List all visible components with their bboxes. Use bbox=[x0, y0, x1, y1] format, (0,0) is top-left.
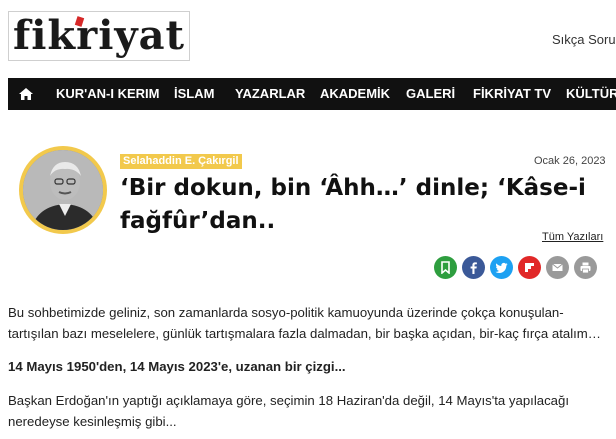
article-subheading: 14 Mayıs 1950'den, 14 Mayıs 2023'e, uzan… bbox=[8, 359, 346, 374]
twitter-icon bbox=[495, 262, 508, 273]
all-posts-link[interactable]: Tüm Yazıları bbox=[542, 231, 603, 243]
twitter-share-button[interactable] bbox=[490, 256, 513, 279]
facebook-icon bbox=[470, 262, 477, 274]
article-title: ‘Bir dokun, bin ‘Âhh…’ dinle; ‘Kâse-i fa… bbox=[120, 175, 586, 234]
nav-item-fikriyat-tv[interactable]: FİKRİYAT TV bbox=[473, 78, 551, 110]
facebook-share-button[interactable] bbox=[462, 256, 485, 279]
author-avatar bbox=[23, 150, 103, 230]
nav-item-yazarlar[interactable]: YAZARLAR bbox=[235, 78, 305, 110]
nav-item-kuran-i-kerim[interactable]: KUR'AN-I KERIM bbox=[56, 78, 159, 110]
nav-item-galeri[interactable]: GALERİ bbox=[406, 78, 455, 110]
faq-link[interactable]: Sıkça Sorula bbox=[552, 32, 616, 47]
email-icon bbox=[552, 263, 563, 271]
flipboard-icon bbox=[525, 263, 534, 272]
logo-text: fikriyat bbox=[13, 12, 186, 59]
nav-item-kultur[interactable]: KÜLTÜR bbox=[566, 78, 616, 110]
bookmark-button[interactable] bbox=[434, 256, 457, 279]
author-name-tag[interactable]: Selahaddin E. Çakırgil bbox=[120, 154, 242, 169]
print-button[interactable] bbox=[574, 256, 597, 279]
flipboard-share-button[interactable] bbox=[518, 256, 541, 279]
nav-item-akademik[interactable]: AKADEMİK bbox=[320, 78, 390, 110]
bookmark-icon bbox=[441, 261, 450, 274]
print-icon bbox=[580, 262, 591, 274]
nav-item-islam[interactable]: İSLAM bbox=[174, 78, 214, 110]
article-paragraph: Başkan Erdoğan'ın yaptığı açıklamaya gör… bbox=[8, 393, 570, 429]
site-header: fikriyat Sıkça Sorula bbox=[0, 0, 616, 78]
publish-date: Ocak 26, 2023 bbox=[534, 155, 606, 167]
home-icon[interactable] bbox=[18, 86, 34, 102]
email-share-button[interactable] bbox=[546, 256, 569, 279]
main-nav: KUR'AN-I KERIM İSLAM YAZARLAR AKADEMİK G… bbox=[8, 78, 616, 110]
article-paragraph: Bu sohbetimizde geliniz, son zamanlarda … bbox=[8, 305, 601, 341]
site-logo[interactable]: fikriyat bbox=[8, 11, 190, 61]
author-avatar-ring[interactable] bbox=[19, 146, 107, 234]
